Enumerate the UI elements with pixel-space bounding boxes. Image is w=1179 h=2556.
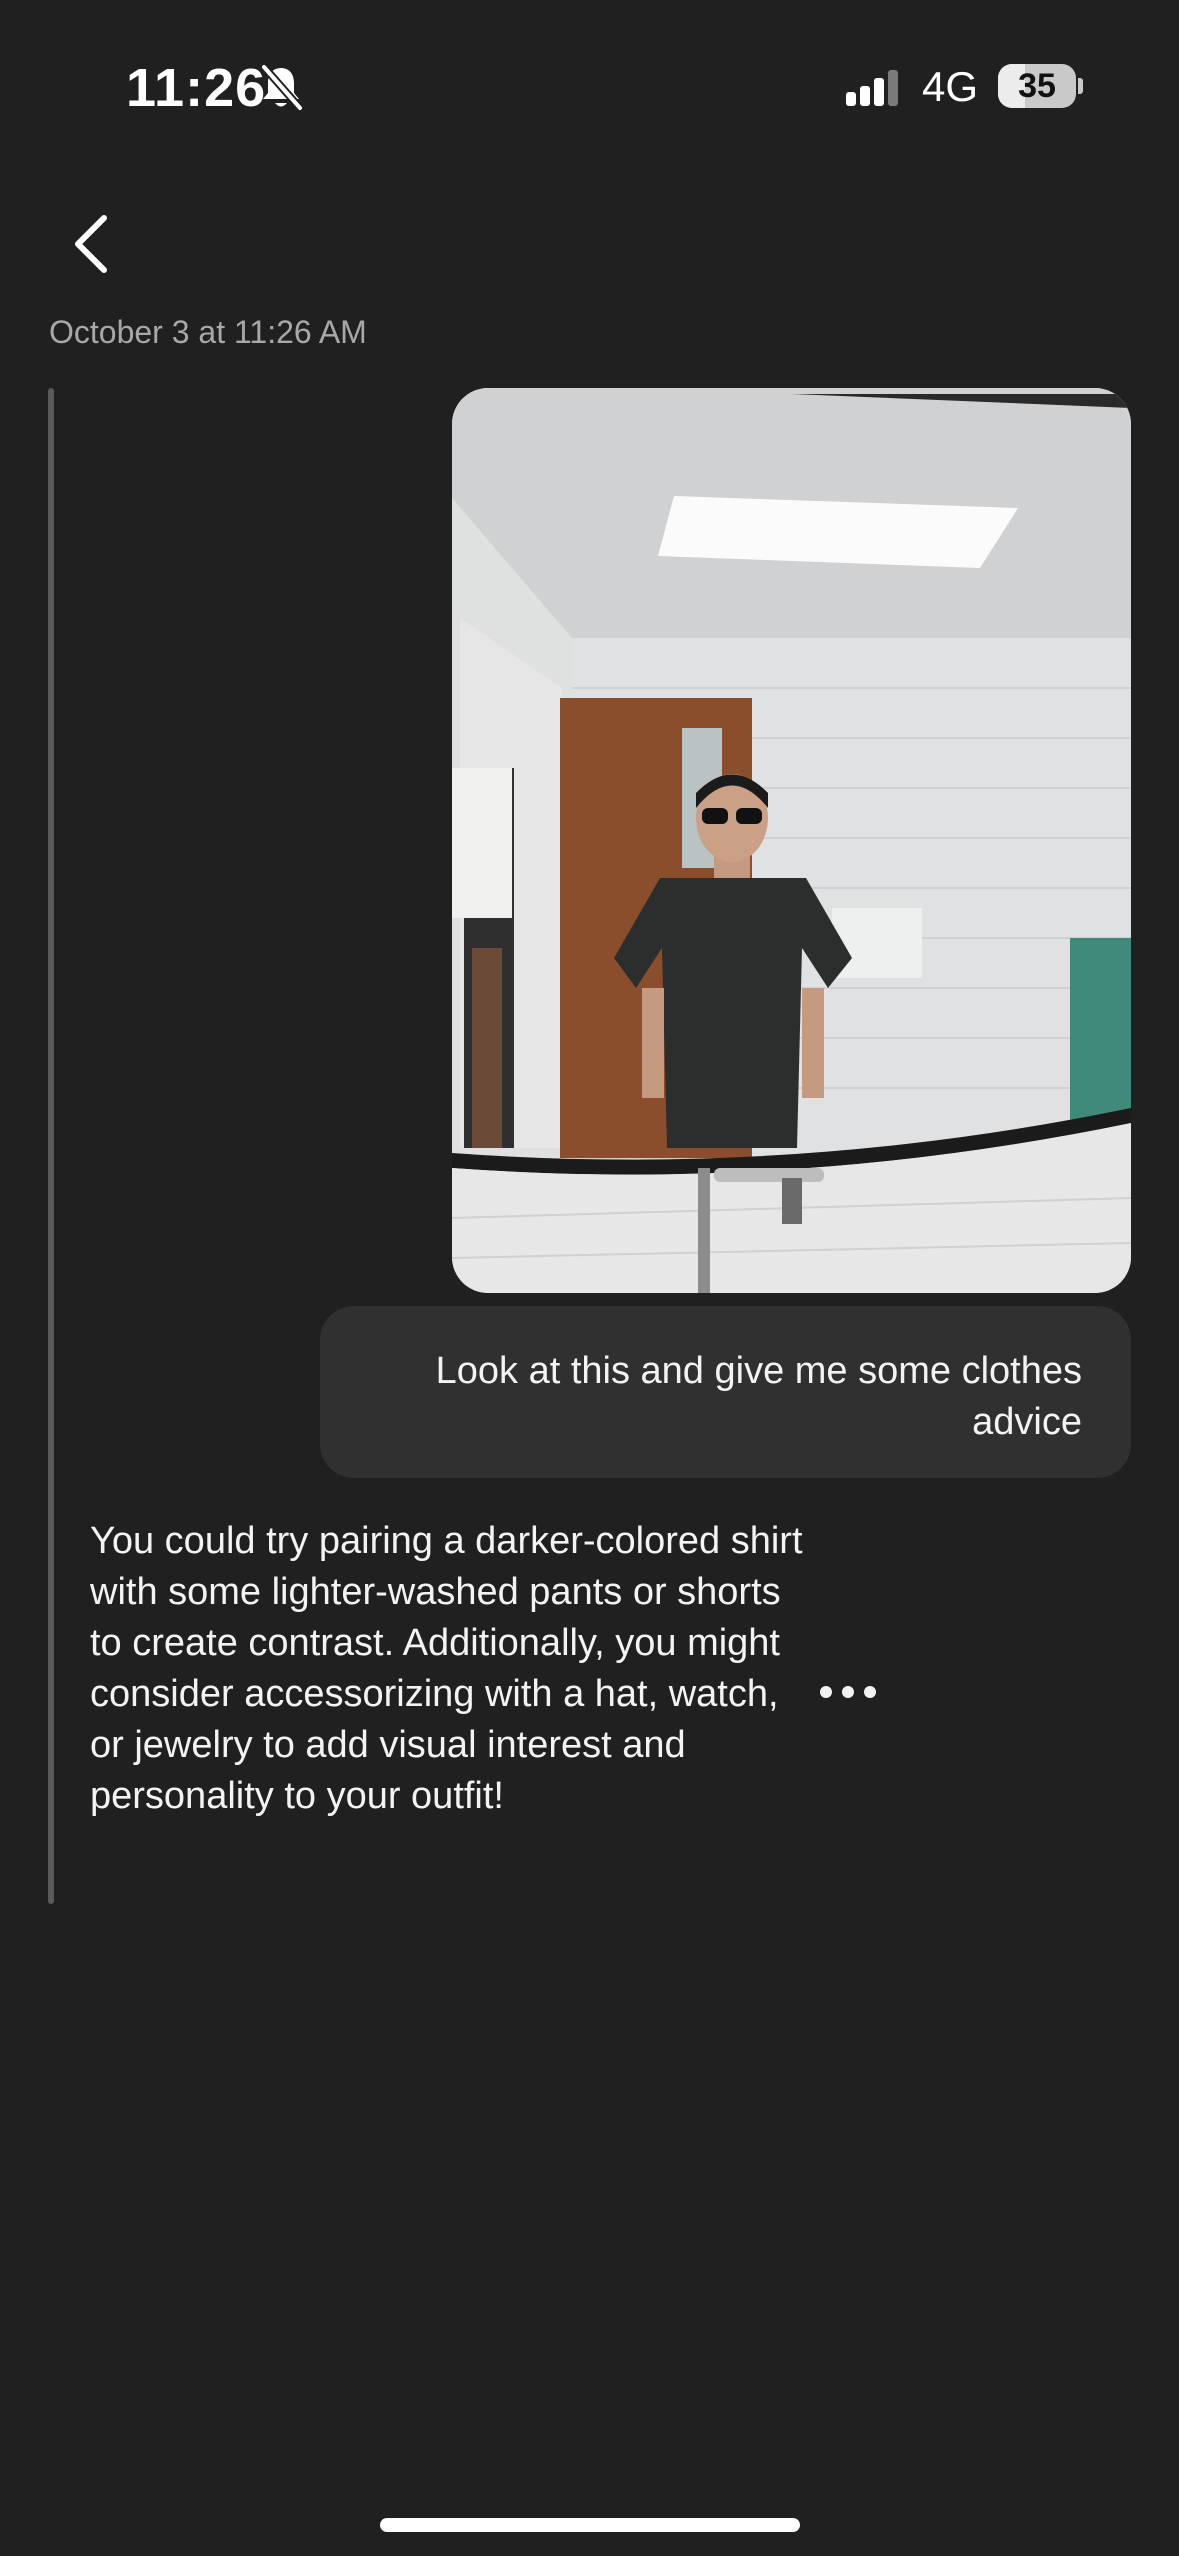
more-dot — [842, 1686, 854, 1698]
more-dot — [820, 1686, 832, 1698]
more-horizontal-icon[interactable] — [812, 1672, 884, 1712]
chevron-left-icon — [75, 215, 107, 273]
battery-icon: 35 — [998, 64, 1076, 108]
status-time: 11:26 — [126, 58, 267, 118]
network-type: 4G — [922, 63, 979, 110]
thread-line — [48, 388, 54, 1904]
message-timestamp: October 3 at 11:26 AM — [49, 314, 367, 350]
home-indicator[interactable] — [380, 2518, 800, 2532]
photo-message[interactable] — [452, 388, 1131, 1293]
more-dot — [864, 1686, 876, 1698]
battery-tip — [1078, 78, 1083, 94]
signal-icon — [846, 70, 898, 106]
ai-message: You could try pairing a darker-colored s… — [90, 1520, 803, 1817]
bell-off-icon — [260, 63, 304, 112]
back-button[interactable] — [60, 208, 124, 280]
mirror-selfie-photo — [452, 388, 1131, 1293]
status-bar: 11:26 4G 35 — [0, 0, 1179, 170]
battery-percentage: 35 — [1018, 67, 1056, 105]
user-message-bubble: Look at this and give me some clothes ad… — [320, 1306, 1131, 1478]
